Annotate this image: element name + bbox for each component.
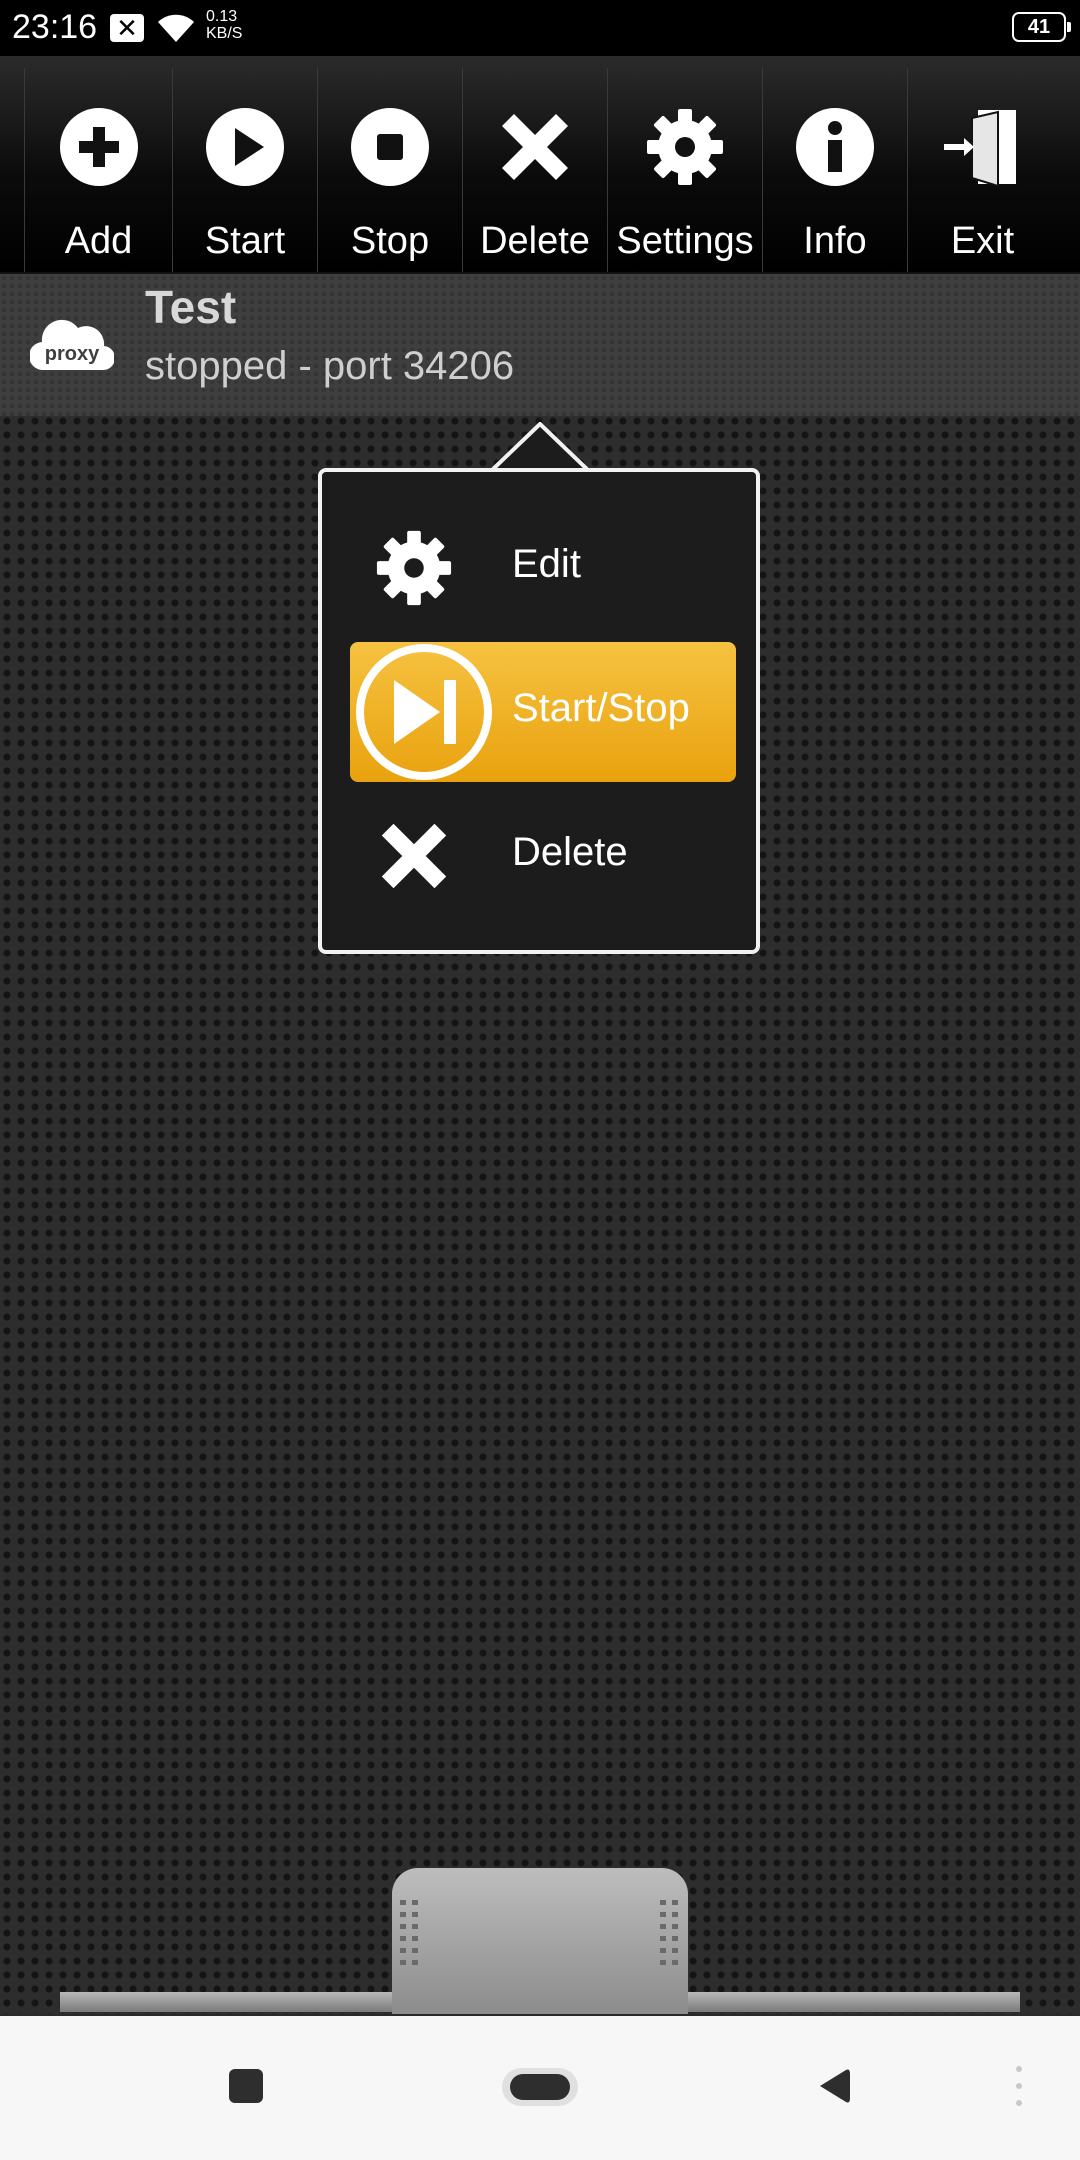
info-label: Info (803, 220, 867, 262)
proxy-cloud-icon: proxy (28, 312, 116, 376)
drawer-handle[interactable] (392, 1868, 688, 2014)
menu-item-start-stop-label: Start/Stop (512, 686, 690, 730)
list-item[interactable]: proxy Test stopped - port 34206 (0, 274, 1080, 416)
play-pause-icon (352, 640, 496, 784)
menu-item-start-stop[interactable]: Start/Stop (350, 642, 736, 782)
settings-label: Settings (616, 220, 754, 262)
recents-button[interactable] (228, 2068, 264, 2104)
menu-item-edit[interactable]: Edit (350, 498, 736, 638)
network-speed-value: 0.13 (206, 8, 238, 25)
exit-door-icon (942, 106, 1024, 188)
proxy-title: Test (145, 281, 237, 333)
exit-label: Exit (950, 220, 1015, 262)
settings-button[interactable]: Settings (607, 68, 762, 272)
menu-item-delete-label: Delete (512, 830, 628, 874)
network-speed: 0.13 KB/S (206, 8, 242, 42)
gear-icon (374, 528, 454, 608)
back-button[interactable] (816, 2068, 852, 2104)
grip-icon (400, 1900, 418, 1965)
system-nav-bar (0, 2016, 1080, 2160)
info-button[interactable]: Info (762, 68, 907, 272)
more-options-icon[interactable] (1014, 2064, 1024, 2108)
add-label: Add (64, 220, 133, 262)
home-button[interactable] (500, 2066, 580, 2108)
delete-button[interactable]: Delete (462, 68, 607, 272)
info-icon (794, 106, 876, 188)
status-bar: 23:16 ✕ 0.13 KB/S 41 (0, 0, 1080, 56)
svg-text:proxy: proxy (45, 343, 100, 365)
exit-button[interactable]: Exit (907, 68, 1057, 272)
start-button[interactable]: Start (172, 68, 317, 272)
delete-icon (494, 106, 576, 188)
proxy-status: stopped - port 34206 (145, 344, 515, 388)
delete-icon (374, 816, 454, 896)
battery-indicator: 41 (1012, 12, 1071, 42)
toolbar: Add Start Stop Delete Settings Info Exit (0, 56, 1080, 274)
status-time: 23:16 (12, 8, 98, 46)
play-icon (204, 106, 286, 188)
wifi-icon (158, 14, 194, 43)
menu-item-edit-label: Edit (512, 542, 581, 586)
gear-icon (644, 106, 726, 188)
stop-icon (349, 106, 431, 188)
grip-icon (660, 1900, 678, 1965)
start-label: Start (204, 220, 286, 262)
network-speed-unit: KB/S (206, 25, 243, 42)
menu-item-delete[interactable]: Delete (350, 786, 736, 926)
stop-label: Stop (350, 220, 430, 262)
context-menu: Edit Start/Stop Delete (318, 468, 760, 954)
add-icon (58, 106, 140, 188)
popup-arrow (490, 422, 590, 474)
stop-button[interactable]: Stop (317, 68, 462, 272)
notification-close-icon: ✕ (110, 14, 144, 42)
delete-label: Delete (480, 220, 590, 262)
add-button[interactable]: Add (24, 68, 172, 272)
